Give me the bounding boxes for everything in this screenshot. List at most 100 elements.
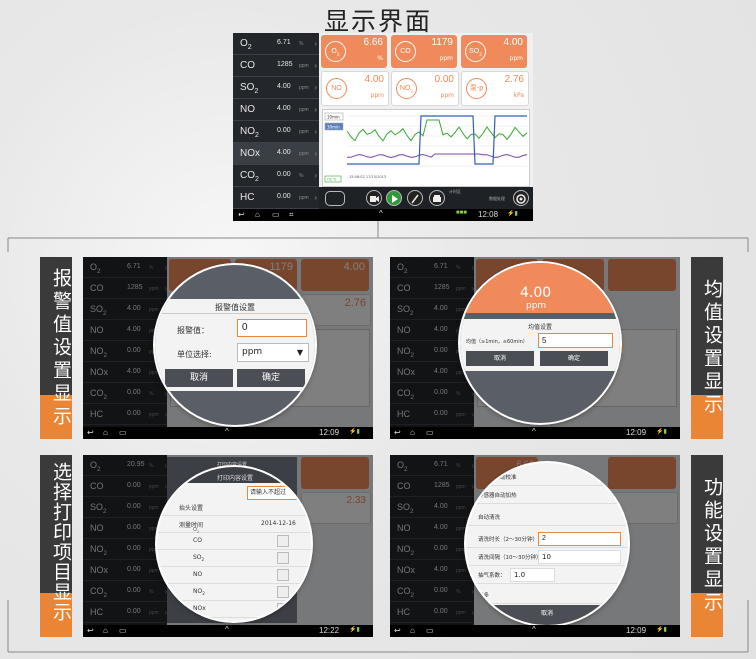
function-magnifier: 传感器自动校准 传感器自动加热 自动清洗 请洗时长（2～30分钟） 2 请洗间隔（10～3… [466,463,628,625]
battery-icon: ⚡▮ [656,429,667,435]
print-nav-bar: ↩ ⌂ ▭ ^ 12:22 ⚡▮ [83,625,373,637]
print-magnifier: 打印内容设置 请输入不超过 抬头设置 测量时间 2014-12-16 O2 CO SO2 N… [157,467,311,621]
average-side-label: 均值设置显示 [691,257,723,439]
back-icon[interactable]: ↩ [87,428,94,437]
alarm-nav-bar: ↩ ⌂ ▭ ^ 12:09 ⚡▮ [83,427,373,439]
print-item-row[interactable]: 测量时间 2014-12-16 O2 [157,516,311,534]
chevron-up-icon[interactable]: ^ [532,625,536,634]
chevron-up-icon[interactable]: ^ [225,427,229,436]
alarm-panel-screenshot: O26.71%›CO1285ppm›SO24.00ppm›NO4.00ppm›N… [83,257,373,439]
function-item-input[interactable]: 10 [538,550,621,564]
function-side-label: 功能设置显示 [691,455,723,637]
avg-card-zoom: 4.00 ppm [460,263,620,313]
function-item-label: 传感器自动加热 [478,493,517,499]
function-item-label: 传感器自动校准 [478,475,517,481]
function-cancel-bar: 取消 [466,605,628,625]
function-item-row[interactable]: 更多 [466,587,628,604]
chevron-up-icon[interactable]: ^ [225,625,229,634]
print-item-row[interactable]: 抬头设置 [157,499,311,516]
alarm-confirm-button[interactable]: 确定 [237,369,305,387]
avg-dialog-title: 均值设置 [527,324,552,331]
avg-card-zoom-value: 4.00 [520,285,552,301]
function-side-text: 功能设置显示 [701,477,723,615]
function-clock: 12:09 [626,626,647,635]
function-item-label: 自动清洗 [478,515,501,521]
print-item-label: NOx [193,605,206,612]
print-side-label: 选择打印项目显示 [40,455,72,637]
alarm-magnifier: 报警值设置 报警值： 0 单位选择: ppm ▼ 取消 确定 [155,265,315,425]
alarm-clock: 12:09 [319,428,340,437]
function-item-label: 请洗时长（2～30分钟） [478,537,538,543]
average-nav-bar: ↩ ⌂ ▭ ^ 12:09 ⚡▮ [390,427,680,439]
function-item-input[interactable]: 2 [538,532,621,546]
home-icon[interactable]: ⌂ [103,428,108,437]
back-icon[interactable]: ↩ [87,626,94,635]
alarm-dialog: 报警值设置 报警值： 0 单位选择: ppm ▼ 取消 确定 [155,299,315,391]
home-icon[interactable]: ⌂ [410,626,415,635]
recent-apps-icon[interactable]: ▭ [119,626,127,635]
print-time-value: 2014-12-16 [261,520,296,527]
function-item-input[interactable]: 1.0 [510,568,555,582]
battery-icon: ⚡▮ [349,429,360,435]
print-item-row[interactable]: NO2 [157,584,311,601]
print-item-label: CO [193,537,202,544]
print-item-row[interactable]: SO2 [157,550,311,567]
print-header-row: 打印内容设置 [217,475,254,482]
back-icon[interactable]: ↩ [394,626,401,635]
average-magnifier: 4.00 ppm 均值设置 均值（≥1min，≤60min） 5 取消 确定 [460,263,620,423]
function-item-row[interactable]: 传感器自动加热 [466,487,628,504]
alarm-side-label: 报警值设置显示 [40,257,72,439]
unit-select-value: ppm [242,347,263,357]
chevron-up-icon[interactable]: ^ [532,427,536,436]
average-side-text: 均值设置显示 [701,279,723,417]
print-item-checkbox[interactable] [277,535,289,547]
battery-icon: ⚡▮ [349,627,360,633]
recent-apps-icon[interactable]: ▭ [426,626,434,635]
avg-cancel-button[interactable]: 取消 [466,351,534,366]
print-item-label: NO2 [193,588,205,597]
alarm-value-label: 报警值： [177,326,209,335]
battery-icon: ⚡▮ [656,627,667,633]
function-item-row[interactable]: 请洗时长（2～30分钟） 2 [466,531,628,548]
print-item-label: 测量时间 [179,522,204,529]
function-item-row[interactable]: 抽气系数： 1.0 [466,567,628,584]
print-item-checkbox[interactable] [277,603,289,615]
avg-confirm-button[interactable]: 确定 [540,351,608,366]
print-item-checkbox[interactable] [277,552,289,564]
function-item-row[interactable]: 传感器自动校准 [466,469,628,486]
average-panel-screenshot: O26.71%›CO1285ppm›SO24.00ppm›NO4.00ppm›N… [390,257,680,439]
function-panel-screenshot: O26.71%›CO1285ppm›SO24.00ppm›NO4.00ppm›N… [390,455,680,637]
function-item-label: 抽气系数： [478,573,506,579]
print-item-label: 抬头设置 [179,505,204,512]
print-item-checkbox[interactable] [277,569,289,581]
print-header-bar: 打印内容设置 [157,467,311,483]
print-clock: 12:22 [319,626,340,635]
print-item-checkbox[interactable] [277,586,289,598]
function-item-label: 请洗间隔（10～30分钟） [478,555,542,561]
home-icon[interactable]: ⌂ [103,626,108,635]
function-item-row[interactable]: 请洗间隔（10～30分钟） 10 [466,549,628,566]
home-icon[interactable]: ⌂ [410,428,415,437]
print-title-input[interactable]: 请输入不超过 [247,486,311,500]
function-item-row[interactable]: 自动清洗 [466,509,628,526]
alarm-side-text: 报警值设置显示 [50,267,72,429]
print-item-label: SO2 [193,554,205,563]
back-icon[interactable]: ↩ [394,428,401,437]
alarm-cancel-button[interactable]: 取消 [165,369,233,387]
print-item-label: NO [193,571,203,578]
recent-apps-icon[interactable]: ▭ [119,428,127,437]
avg-value-input[interactable]: 5 [538,333,613,348]
avg-dialog: 均值设置 均值（≥1min，≤60min） 5 取消 确定 [460,319,620,371]
unit-select[interactable]: ppm ▼ [237,343,309,362]
function-cancel-button[interactable]: 取消 [466,608,628,617]
alarm-value-input[interactable]: 0 [237,319,307,337]
function-item-label: 更多 [478,593,490,599]
print-item-row[interactable]: CO [157,533,311,550]
function-nav-bar: ↩ ⌂ ▭ ^ 12:09 ⚡▮ [390,625,680,637]
avg-card-zoom-unit: ppm [526,301,547,311]
unit-select-label: 单位选择: [177,350,212,359]
print-item-row[interactable]: NO [157,567,311,584]
print-item-row[interactable]: NOx [157,601,311,618]
print-panel-screenshot: O220.95%›CO0.00ppm›SO20.00ppm›NO0.00ppm›… [83,455,373,637]
recent-apps-icon[interactable]: ▭ [426,428,434,437]
